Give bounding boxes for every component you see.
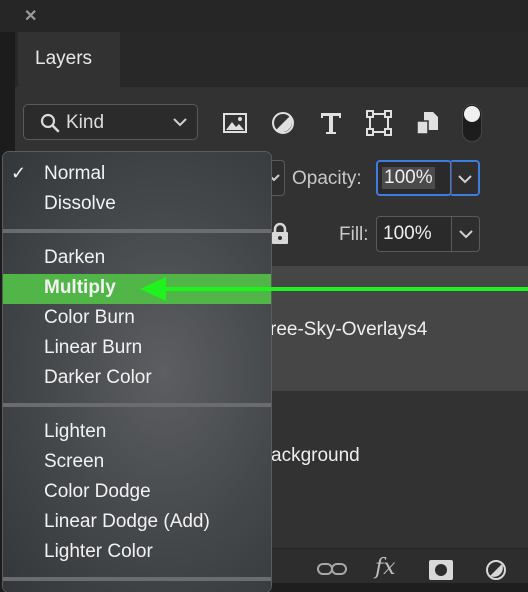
tab-layers[interactable]: Layers — [18, 32, 120, 87]
opacity-input[interactable]: 100% — [376, 160, 452, 196]
opacity-value: 100% — [382, 167, 435, 189]
checkmark-icon: ✓ — [11, 163, 27, 183]
link-icon[interactable] — [317, 561, 347, 577]
menu-separator — [3, 403, 271, 407]
tab-layers-label: Layers — [35, 48, 93, 69]
menu-separator — [3, 577, 271, 581]
chevron-down-icon — [458, 175, 472, 184]
menu-item-lighten[interactable]: Lighten — [3, 418, 271, 448]
menu-item-label: Linear Burn — [44, 337, 143, 358]
menu-item-screen[interactable]: Screen — [3, 448, 271, 478]
fill-value: 100% — [383, 223, 432, 244]
menu-item-label: Lighter Color — [44, 541, 153, 562]
chevron-down-icon — [173, 118, 187, 127]
menu-item-label: Lighten — [44, 421, 107, 442]
chevron-down-icon — [459, 230, 473, 239]
layer-name: ackground — [271, 445, 360, 466]
menu-item-label: Darker Color — [44, 367, 152, 388]
kind-filter-select[interactable]: Kind — [23, 104, 198, 140]
image-filter-icon[interactable] — [222, 110, 248, 136]
fx-icon[interactable]: fx — [375, 555, 396, 580]
blend-mode-menu: ✓ Normal Dissolve Darken Multiply Color … — [3, 152, 271, 592]
layer-name: ree-Sky-Overlays4 — [270, 319, 428, 340]
panel-top-bar — [0, 0, 528, 32]
menu-item-normal[interactable]: ✓ Normal — [3, 160, 271, 190]
menu-item-label: Color Burn — [44, 307, 135, 328]
blend-mode-dropdown[interactable] — [269, 160, 285, 196]
menu-item-lighter-color[interactable]: Lighter Color — [3, 538, 271, 568]
close-icon[interactable]: ✕ — [24, 6, 37, 26]
menu-item-label: Darken — [44, 247, 106, 268]
menu-item-label: Linear Dodge (Add) — [44, 511, 210, 532]
menu-item-linear-burn[interactable]: Linear Burn — [3, 334, 271, 364]
mask-icon[interactable] — [428, 559, 454, 581]
fill-label: Fill: — [339, 224, 369, 245]
menu-separator — [3, 229, 271, 233]
menu-item-label: Screen — [44, 451, 105, 472]
smart-object-filter-icon[interactable] — [414, 110, 440, 136]
menu-item-darker-color[interactable]: Darker Color — [3, 364, 271, 394]
menu-item-label: Normal — [44, 163, 106, 184]
shape-filter-icon[interactable] — [366, 110, 392, 136]
menu-item-label: Multiply — [44, 277, 116, 298]
menu-item-color-burn[interactable]: Color Burn — [3, 304, 271, 334]
new-adjustment-icon[interactable] — [485, 559, 507, 581]
menu-item-label: Color Dodge — [44, 481, 151, 502]
kind-label: Kind — [66, 112, 105, 133]
menu-item-linear-dodge[interactable]: Linear Dodge (Add) — [3, 508, 271, 538]
annotation-arrow-head — [140, 277, 166, 301]
fill-input[interactable]: 100% — [376, 216, 452, 252]
toggle-knob — [464, 106, 480, 122]
menu-item-dissolve[interactable]: Dissolve — [3, 190, 271, 220]
opacity-label: Opacity: — [292, 168, 362, 189]
annotation-arrow-line — [165, 287, 528, 291]
fill-dropdown-button[interactable] — [451, 216, 480, 252]
menu-item-darken[interactable]: Darken — [3, 244, 271, 274]
type-filter-icon[interactable] — [318, 110, 344, 136]
adjustment-filter-icon[interactable] — [270, 110, 296, 136]
search-icon — [40, 113, 60, 133]
filter-toggle[interactable] — [462, 104, 482, 142]
menu-item-color-dodge[interactable]: Color Dodge — [3, 478, 271, 508]
menu-item-label: Dissolve — [44, 193, 116, 214]
lock-icon[interactable] — [270, 222, 290, 246]
opacity-dropdown-button[interactable] — [451, 160, 480, 196]
